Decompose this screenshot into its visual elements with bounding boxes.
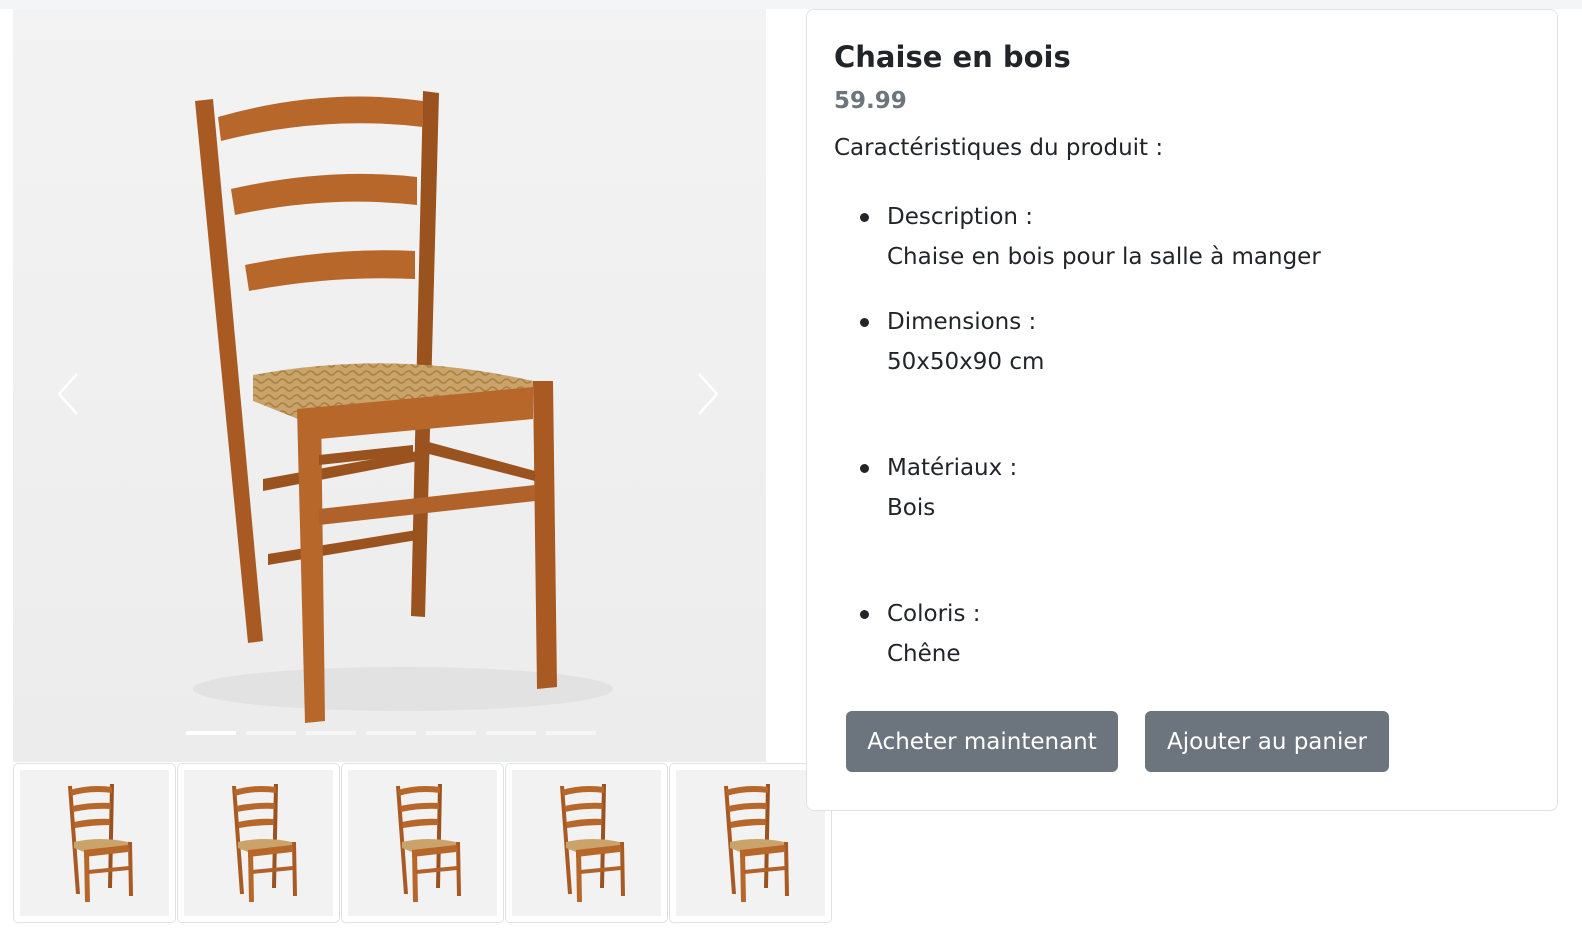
feature-label: Description : [887,204,1034,230]
carousel-indicator[interactable] [306,731,356,735]
chair-thumbnail-image [559,784,625,902]
feature-label: Matériaux : [887,455,1018,481]
feature-value: Chaise en bois pour la salle à manger [887,244,1321,270]
product-details-card: Chaise en bois 59.99 Caractéristiques du… [806,9,1558,811]
product-price: 59.99 [834,88,907,114]
feature-description: Description : Chaise en bois pour la sal… [860,197,1321,277]
carousel-indicator[interactable] [486,731,536,735]
carousel-indicator[interactable] [246,731,296,735]
carousel-indicator[interactable] [546,731,596,735]
carousel-indicators [186,731,596,737]
feature-value: 50x50x90 cm [887,349,1045,375]
chair-thumbnail-image [395,784,461,902]
thumbnail-2[interactable] [177,763,340,923]
thumbnail-strip [13,763,839,929]
carousel-indicator[interactable] [426,731,476,735]
features-heading: Caractéristiques du produit : [834,135,1164,161]
chevron-left-icon [57,373,78,415]
chair-thumbnail-image [723,784,789,902]
chair-thumbnail-image [231,784,297,902]
chevron-right-icon [698,373,719,415]
chair-main-image [13,9,766,762]
carousel-next-button[interactable] [678,339,738,449]
buy-now-button[interactable]: Acheter maintenant [846,711,1118,772]
top-bar [0,0,1582,9]
thumbnail-1[interactable] [13,763,176,923]
product-image-carousel [13,9,766,762]
add-to-cart-button[interactable]: Ajouter au panier [1145,711,1389,772]
product-title: Chaise en bois [834,40,1071,74]
feature-label: Dimensions : [887,309,1037,335]
chair-thumbnail-image [67,784,133,902]
carousel-indicator[interactable] [366,731,416,735]
feature-label: Coloris : [887,601,981,627]
thumbnail-4[interactable] [505,763,668,923]
feature-color: Coloris : Chêne [859,594,981,674]
feature-dimensions: Dimensions : 50x50x90 cm [859,302,1045,382]
feature-value: Chêne [887,641,961,667]
feature-value: Bois [887,495,936,521]
carousel-indicator[interactable] [186,731,236,735]
carousel-prev-button[interactable] [38,339,98,449]
thumbnail-3[interactable] [341,763,504,923]
feature-materials: Matériaux : Bois [859,448,1018,528]
